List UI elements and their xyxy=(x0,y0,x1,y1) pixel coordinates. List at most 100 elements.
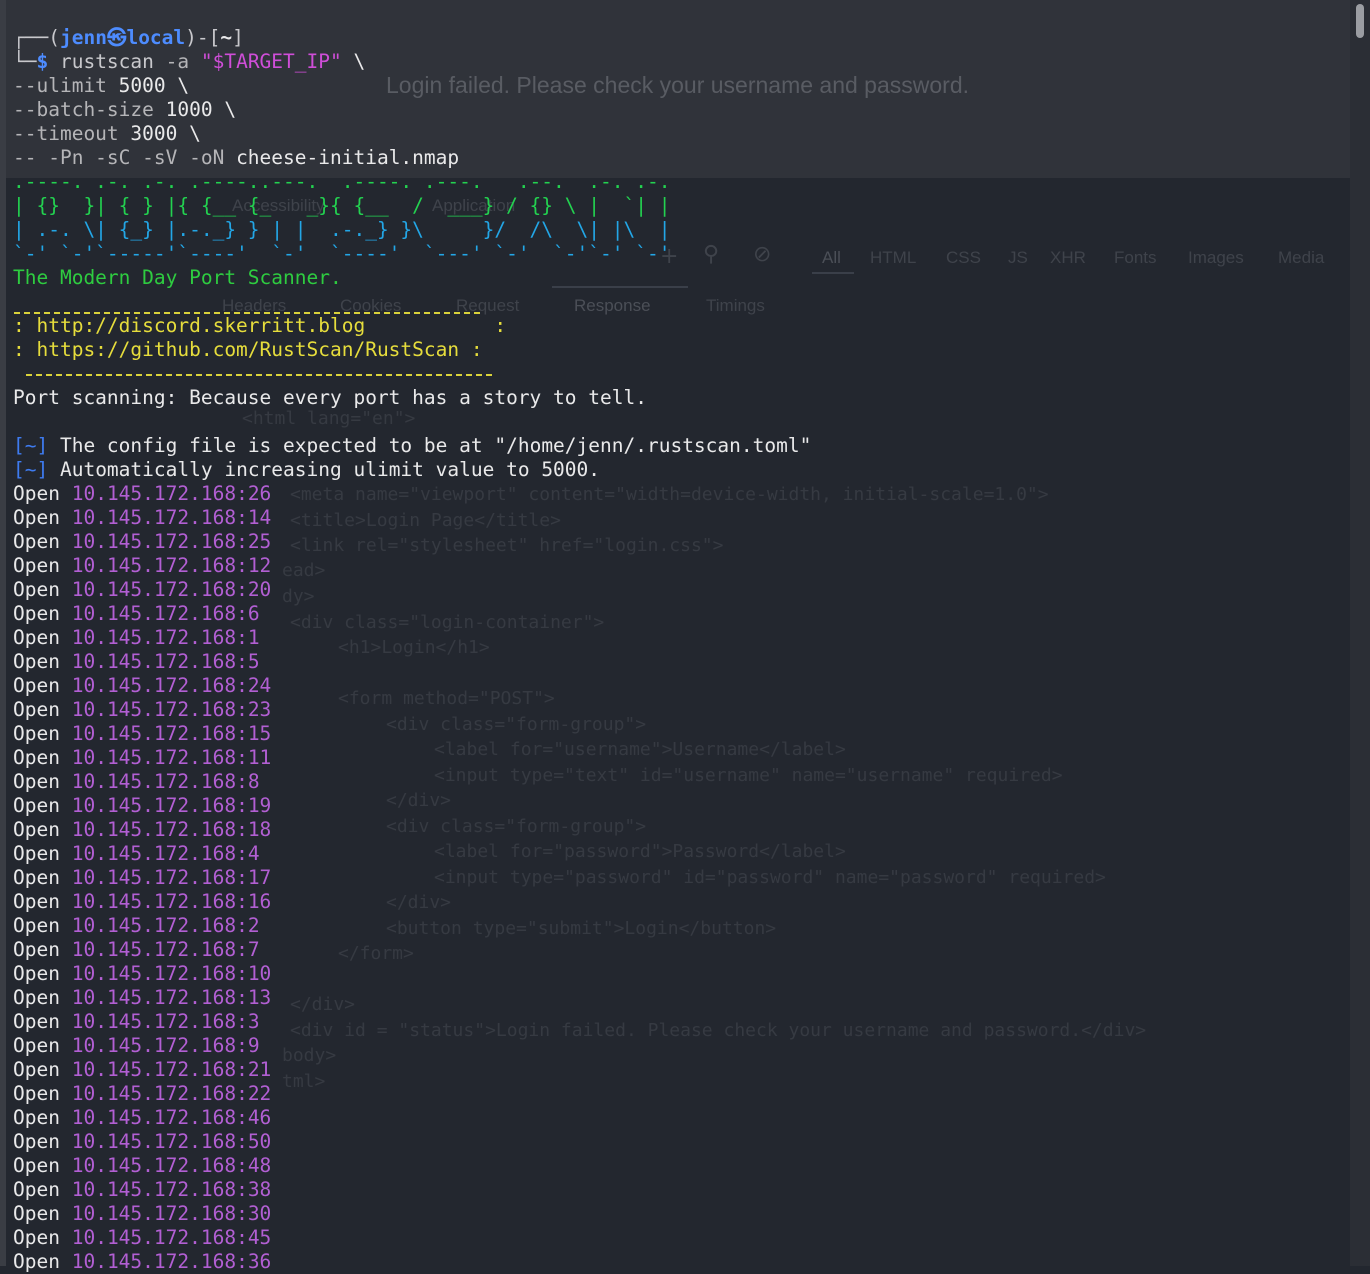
open-label: Open xyxy=(13,890,60,913)
open-label: Open xyxy=(13,1058,60,1081)
open-port-row: Open 10.145.172.168:30 xyxy=(13,1202,271,1226)
command-arg-line: --batch-size 1000 \ xyxy=(13,98,236,122)
open-port-row: Open 10.145.172.168:48 xyxy=(13,1154,271,1178)
open-label: Open xyxy=(13,530,60,553)
open-port-address: 10.145.172.168:4 xyxy=(71,842,260,865)
open-port-row: Open 10.145.172.168:50 xyxy=(13,1130,271,1154)
open-port-row: Open 10.145.172.168:22 xyxy=(13,1082,271,1106)
ghost-response-underline xyxy=(552,286,688,288)
ghost-code-line: <input type="text" id="username" name="u… xyxy=(434,765,1063,786)
open-port-address: 10.145.172.168:20 xyxy=(71,578,272,601)
ghost-code-line: <link rel="stylesheet" href="login.css"> xyxy=(290,535,724,556)
ghost-code-line: <form method="POST"> xyxy=(338,688,555,709)
open-port-row: Open 10.145.172.168:36 xyxy=(13,1250,271,1274)
ghost-filter-html: HTML xyxy=(870,248,917,267)
terminal-scrollbar[interactable] xyxy=(1350,0,1370,1266)
open-port-row: Open 10.145.172.168:17 xyxy=(13,866,271,890)
open-label: Open xyxy=(13,1202,60,1225)
ghost-search-icon: ⚲ xyxy=(703,242,720,267)
scrollbar-thumb[interactable] xyxy=(1356,4,1364,38)
prompt-user: jenn xyxy=(59,26,107,49)
open-port-row: Open 10.145.172.168:9 xyxy=(13,1034,260,1058)
open-port-address: 10.145.172.168:45 xyxy=(71,1226,272,1249)
ghost-code-line: <div class="form-group"> xyxy=(386,714,647,735)
ghost-code-line: <div id = "status">Login failed. Please … xyxy=(290,1020,1147,1041)
open-label: Open xyxy=(13,842,60,865)
banner-link-discord[interactable]: : http://discord.skerritt.blog : xyxy=(13,314,506,338)
open-label: Open xyxy=(13,866,60,889)
prompt-mid: )-[ xyxy=(185,26,221,49)
open-port-address: 10.145.172.168:15 xyxy=(71,722,272,745)
info-text: Automatically increasing ulimit value to… xyxy=(48,458,601,481)
open-port-row: Open 10.145.172.168:26 xyxy=(13,482,271,506)
open-label: Open xyxy=(13,962,60,985)
open-label: Open xyxy=(13,602,60,625)
open-port-address: 10.145.172.168:6 xyxy=(71,602,260,625)
open-port-address: 10.145.172.168:1 xyxy=(71,626,260,649)
open-label: Open xyxy=(13,722,60,745)
open-port-address: 10.145.172.168:13 xyxy=(71,986,272,1009)
info-line: [~] Automatically increasing ulimit valu… xyxy=(13,458,600,482)
banner-tagline: The Modern Day Port Scanner. xyxy=(13,266,342,289)
ghost-code-line: dy> xyxy=(282,586,315,607)
command-arg-value: 3000 \ xyxy=(118,122,201,145)
motto-line: Port scanning: Because every port has a … xyxy=(13,386,647,409)
command-continuation: \ xyxy=(341,50,366,73)
ghost-code-line: <button type="submit">Login</button> xyxy=(386,918,777,939)
ghost-code-line: </div> xyxy=(290,994,356,1015)
open-port-row: Open 10.145.172.168:21 xyxy=(13,1058,271,1082)
open-port-row: Open 10.145.172.168:38 xyxy=(13,1178,271,1202)
prompt-host: local xyxy=(126,26,186,49)
terminal-window[interactable]: Login failed. Please check your username… xyxy=(0,0,1370,1273)
command-arg-value: 1000 \ xyxy=(153,98,237,121)
ghost-filter-media: Media xyxy=(1278,248,1325,267)
open-port-row: Open 10.145.172.168:19 xyxy=(13,794,271,818)
open-port-row: Open 10.145.172.168:16 xyxy=(13,890,271,914)
open-port-address: 10.145.172.168:16 xyxy=(71,890,272,913)
open-port-address: 10.145.172.168:9 xyxy=(71,1034,260,1057)
open-port-address: 10.145.172.168:8 xyxy=(71,770,260,793)
open-label: Open xyxy=(13,506,60,529)
open-port-row: Open 10.145.172.168:12 xyxy=(13,554,271,578)
ghost-code-line: <title>Login Page</title> xyxy=(290,510,561,531)
open-label: Open xyxy=(13,650,60,673)
open-port-address: 10.145.172.168:11 xyxy=(71,746,272,769)
open-port-row: Open 10.145.172.168:13 xyxy=(13,986,271,1010)
open-port-address: 10.145.172.168:18 xyxy=(71,818,272,841)
command-line: └─$ rustscan -a "$TARGET_IP" \ xyxy=(13,50,365,74)
open-port-address: 10.145.172.168:25 xyxy=(71,530,272,553)
info-text: The config file is expected to be at "/h… xyxy=(48,434,812,457)
ghost-code-line: <label for="username">Username</label> xyxy=(434,739,846,760)
open-port-row: Open 10.145.172.168:45 xyxy=(13,1226,271,1250)
open-port-row: Open 10.145.172.168:6 xyxy=(13,602,260,626)
command-arg-flag: -- -Pn -sC -sV -oN xyxy=(13,146,225,169)
open-label: Open xyxy=(13,1034,60,1057)
open-label: Open xyxy=(13,1106,60,1129)
ghost-code-line: body> xyxy=(282,1045,337,1066)
banner-divider-bottom xyxy=(26,374,492,376)
open-port-address: 10.145.172.168:30 xyxy=(71,1202,272,1225)
open-port-address: 10.145.172.168:2 xyxy=(71,914,260,937)
open-port-row: Open 10.145.172.168:24 xyxy=(13,674,271,698)
prompt-close: ] xyxy=(232,26,244,49)
open-port-row: Open 10.145.172.168:1 xyxy=(13,626,260,650)
open-port-address: 10.145.172.168:36 xyxy=(71,1250,272,1273)
ghost-code-line: </div> xyxy=(386,892,452,913)
open-port-row: Open 10.145.172.168:46 xyxy=(13,1106,271,1130)
open-port-address: 10.145.172.168:21 xyxy=(71,1058,272,1081)
command-arg-line: --ulimit 5000 \ xyxy=(13,74,189,98)
info-tag: [~] xyxy=(13,434,49,457)
ghost-login-message: Login failed. Please check your username… xyxy=(386,72,970,98)
ghost-filter-fonts: Fonts xyxy=(1114,248,1157,267)
prompt-corner-top: ┌──( xyxy=(13,26,60,49)
ghost-code-line: <div class="form-group"> xyxy=(386,816,647,837)
open-port-row: Open 10.145.172.168:14 xyxy=(13,506,271,530)
banner-link-github[interactable]: : https://github.com/RustScan/RustScan : xyxy=(13,338,483,362)
open-port-row: Open 10.145.172.168:23 xyxy=(13,698,271,722)
ghost-code-line: <label for="password">Password</label> xyxy=(434,841,846,862)
command-arg-flag: --ulimit xyxy=(13,74,107,97)
banner-ascii-line: | {} }| { } |{ {__ {_ _}{ {__ / ___} / {… xyxy=(13,194,671,217)
open-port-address: 10.145.172.168:38 xyxy=(71,1178,272,1201)
open-label: Open xyxy=(13,674,60,697)
open-port-row: Open 10.145.172.168:4 xyxy=(13,842,260,866)
